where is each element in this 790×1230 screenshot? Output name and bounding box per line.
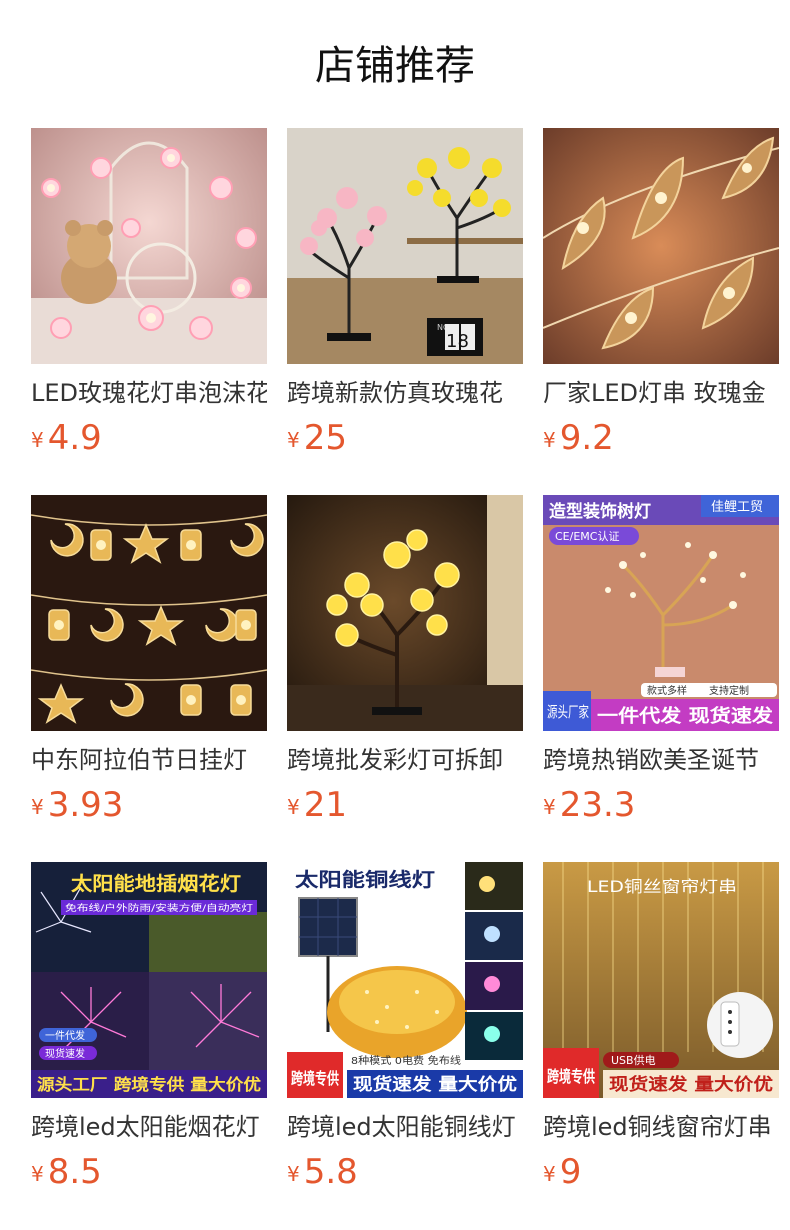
product-image[interactable]: LED铜丝窗帘灯串 USB供电 跨境专供 现货速发 量大价优 — [543, 862, 779, 1098]
currency-symbol: ¥ — [543, 428, 556, 452]
ad-tag-2: 现货速发 — [45, 1047, 85, 1060]
product-name[interactable]: 跨境led太阳能烟花灯 — [31, 1110, 267, 1144]
currency-symbol: ¥ — [543, 1162, 556, 1186]
product-name[interactable]: 跨境新款仿真玫瑰花 — [287, 376, 523, 410]
product-image[interactable]: 太阳能地插烟花灯 免布线/户外防雨/安装方便/自动亮灯 一件代发 现货速发 源头… — [31, 862, 267, 1098]
product-card[interactable]: LED铜丝窗帘灯串 USB供电 跨境专供 现货速发 量大价优 跨境led铜线窗帘… — [543, 862, 779, 1199]
product-image[interactable]: NOV 18 — [287, 128, 523, 364]
price-value: 25 — [303, 418, 347, 458]
product-name[interactable]: 跨境led太阳能铜线灯 — [287, 1110, 523, 1144]
ad-banner: 现货速发 量大价优 — [609, 1074, 773, 1095]
currency-symbol: ¥ — [543, 795, 556, 819]
ad-banner: 源头工厂 跨境专供 量大价优 — [37, 1075, 261, 1094]
currency-symbol: ¥ — [31, 795, 44, 819]
price-value: 21 — [303, 785, 347, 825]
product-name[interactable]: 跨境led铜线窗帘灯串 — [543, 1110, 779, 1144]
price-value: 9 — [559, 1152, 582, 1192]
product-price: ¥21 — [287, 785, 523, 829]
product-card[interactable]: 太阳能地插烟花灯 免布线/户外防雨/安装方便/自动亮灯 一件代发 现货速发 源头… — [31, 862, 267, 1199]
ad-banner: 一件代发 现货速发 — [597, 705, 774, 727]
product-price: ¥8.5 — [31, 1152, 267, 1196]
ad-usb: USB供电 — [611, 1053, 656, 1067]
product-name[interactable]: 跨境批发彩灯可拆卸 — [287, 743, 523, 777]
ad-corner: 跨境专供 — [547, 1067, 595, 1086]
ad-corner: 跨境专供 — [291, 1069, 339, 1088]
product-name[interactable]: 厂家LED灯串 玫瑰金 — [543, 376, 779, 410]
product-price: ¥23.3 — [543, 785, 779, 829]
product-price: ¥25 — [287, 418, 523, 462]
price-value: 23.3 — [559, 785, 636, 825]
ad-headline: 太阳能地插烟花灯 — [71, 872, 241, 895]
product-name[interactable]: 跨境热销欧美圣诞节 — [543, 743, 779, 777]
product-card[interactable]: 造型装饰树灯 佳鲤工贸 CE/EMC认证 款式多样 支持定制 源头厂家 一件代发… — [543, 495, 779, 832]
product-card[interactable]: 跨境批发彩灯可拆卸 ¥21 — [287, 495, 523, 832]
product-name[interactable]: LED玫瑰花灯串泡沫花 — [31, 376, 267, 410]
price-value: 5.8 — [303, 1152, 358, 1192]
price-value: 4.9 — [47, 418, 102, 458]
product-card[interactable]: 太阳能铜线灯 8种模式 0电费 免布线 跨境专供 现货速发 量大价优 跨境led… — [287, 862, 523, 1199]
product-image[interactable]: 造型装饰树灯 佳鲤工贸 CE/EMC认证 款式多样 支持定制 源头厂家 一件代发… — [543, 495, 779, 731]
currency-symbol: ¥ — [287, 428, 300, 452]
ad-brand: 佳鲤工贸 — [711, 500, 763, 515]
currency-symbol: ¥ — [287, 795, 300, 819]
product-image[interactable]: 太阳能铜线灯 8种模式 0电费 免布线 跨境专供 现货速发 量大价优 — [287, 862, 523, 1098]
ad-headline: 造型装饰树灯 — [549, 501, 651, 522]
product-name[interactable]: 中东阿拉伯节日挂灯 — [31, 743, 267, 777]
ad-corner: 源头厂家 — [547, 703, 589, 721]
product-image[interactable] — [31, 128, 267, 364]
ad-tag-1: 款式多样 — [647, 684, 687, 697]
product-image[interactable] — [31, 495, 267, 731]
product-price: ¥9 — [543, 1152, 779, 1196]
clock-day: 18 — [446, 331, 469, 352]
product-image[interactable] — [287, 495, 523, 731]
product-card[interactable]: NOV 18 跨境新款仿真玫瑰花 ¥25 — [287, 128, 523, 465]
product-price: ¥4.9 — [31, 418, 267, 462]
currency-symbol: ¥ — [31, 428, 44, 452]
product-price: ¥9.2 — [543, 418, 779, 462]
ad-banner: 现货速发 量大价优 — [353, 1074, 517, 1095]
product-price: ¥3.93 — [31, 785, 267, 829]
product-card[interactable]: 厂家LED灯串 玫瑰金 ¥9.2 — [543, 128, 779, 465]
currency-symbol: ¥ — [31, 1162, 44, 1186]
ad-sub: 免布线/户外防雨/安装方便/自动亮灯 — [65, 902, 253, 914]
currency-symbol: ¥ — [287, 1162, 300, 1186]
product-card[interactable]: 中东阿拉伯节日挂灯 ¥3.93 — [31, 495, 267, 832]
ad-tag-1: 一件代发 — [45, 1029, 85, 1042]
ad-sub: 8种模式 0电费 免布线 — [351, 1054, 461, 1067]
price-value: 3.93 — [47, 785, 124, 825]
price-value: 8.5 — [47, 1152, 102, 1192]
product-card[interactable]: LED玫瑰花灯串泡沫花 ¥4.9 — [31, 128, 267, 465]
page-title: 店铺推荐 — [315, 43, 475, 89]
ad-headline: LED铜丝窗帘灯串 — [587, 877, 737, 896]
ad-tag-2: 支持定制 — [709, 684, 749, 697]
ad-cert: CE/EMC认证 — [555, 530, 619, 543]
product-price: ¥5.8 — [287, 1152, 523, 1196]
product-grid: LED玫瑰花灯串泡沫花 ¥4.9 NOV 18 跨境新款仿真玫 — [31, 128, 779, 1199]
ad-headline: 太阳能铜线灯 — [295, 868, 435, 891]
price-value: 9.2 — [559, 418, 614, 458]
product-image[interactable] — [543, 128, 779, 364]
